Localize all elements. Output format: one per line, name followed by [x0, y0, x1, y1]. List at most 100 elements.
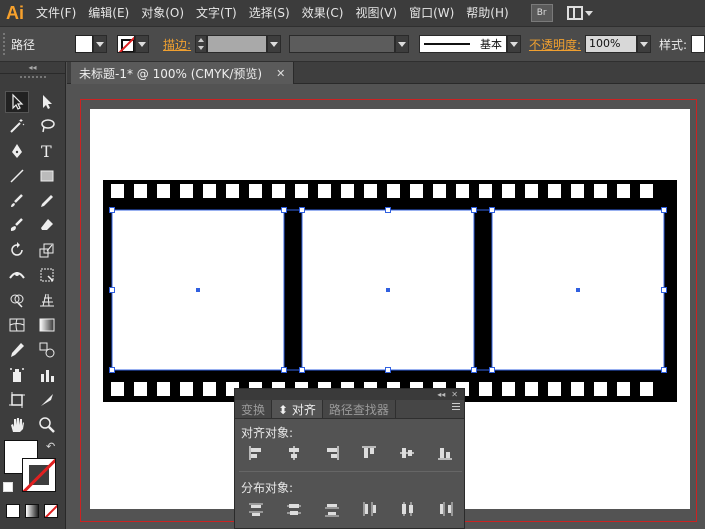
stroke-weight-stepper[interactable]: [195, 35, 208, 53]
close-panel-icon[interactable]: ✕: [451, 390, 458, 399]
blob-brush-tool-icon[interactable]: [5, 214, 29, 236]
pencil-tool-icon[interactable]: [35, 190, 59, 212]
profile-dropdown[interactable]: [395, 35, 409, 53]
menu-type[interactable]: 文字(T): [190, 0, 243, 26]
selection-handle: [471, 207, 477, 213]
menu-effect[interactable]: 效果(C): [296, 0, 350, 26]
align-bottom-icon[interactable]: [434, 443, 456, 463]
gradient-mode-icon[interactable]: [25, 504, 39, 518]
menu-edit[interactable]: 编辑(E): [82, 0, 135, 26]
document-tab-title: 未标题-1* @ 100% (CMYK/预览): [79, 66, 263, 81]
opacity-label[interactable]: 不透明度:: [529, 36, 581, 53]
stroke-color-dropdown[interactable]: [135, 35, 150, 53]
column-graph-tool-icon[interactable]: [35, 364, 59, 386]
stroke-swatch[interactable]: [117, 35, 136, 53]
workspace-switcher[interactable]: [566, 4, 597, 22]
free-transform-tool-icon[interactable]: [35, 264, 59, 286]
menu-object[interactable]: 对象(O): [135, 0, 190, 26]
artboard-tool-icon[interactable]: [5, 389, 29, 411]
pen-tool-icon[interactable]: [5, 140, 29, 162]
scale-tool-icon[interactable]: [35, 239, 59, 261]
menu-view[interactable]: 视图(V): [349, 0, 403, 26]
swap-fill-stroke-icon[interactable]: ↶: [46, 440, 55, 453]
slice-tool-icon[interactable]: [35, 389, 59, 411]
fill-swatch[interactable]: [75, 35, 94, 53]
selection-handle: [489, 367, 495, 373]
tab-align[interactable]: ⬍ 对齐: [272, 400, 323, 418]
zoom-tool-icon[interactable]: [35, 414, 59, 436]
distribute-objects-label: 分布对象:: [241, 481, 294, 495]
align-right-icon[interactable]: [321, 443, 343, 463]
bridge-button[interactable]: Br: [530, 4, 553, 22]
brush-definition-field[interactable]: 基本: [419, 35, 507, 53]
menu-window[interactable]: 窗口(W): [403, 0, 460, 26]
graphic-style-swatch[interactable]: [691, 35, 705, 53]
default-colors-icon[interactable]: [3, 482, 13, 492]
none-mode-icon[interactable]: [44, 504, 58, 518]
menu-help[interactable]: 帮助(H): [460, 0, 514, 26]
opacity-input[interactable]: 100%: [585, 35, 637, 53]
distribute-bottom-icon[interactable]: [321, 499, 343, 519]
distribute-left-icon[interactable]: [358, 499, 380, 519]
variable-width-profile[interactable]: [289, 35, 395, 53]
tab-pathfinder[interactable]: 路径查找器: [323, 400, 396, 418]
tab-transform[interactable]: 变换: [235, 400, 273, 418]
align-left-icon[interactable]: [245, 443, 267, 463]
align-panel: ◂◂ ✕ 变换 ⬍ 对齐 路径查找器 对齐对象: 分布对象:: [234, 388, 465, 529]
perforation-hole: [364, 184, 377, 198]
rectangle-tool-icon[interactable]: [35, 165, 59, 187]
width-tool-icon[interactable]: [5, 264, 29, 286]
opacity-dropdown[interactable]: [637, 35, 651, 53]
color-mode-icon[interactable]: [6, 504, 20, 518]
mesh-tool-icon[interactable]: [5, 314, 29, 336]
selection-handle: [299, 207, 305, 213]
symbol-sprayer-tool-icon[interactable]: [5, 364, 29, 386]
distribute-top-icon[interactable]: [245, 499, 267, 519]
lasso-tool-icon[interactable]: [35, 115, 59, 137]
distribute-vertical-center-icon[interactable]: [283, 499, 305, 519]
align-objects-row: [241, 443, 460, 463]
stroke-weight-dropdown[interactable]: [267, 35, 282, 53]
align-vertical-center-icon[interactable]: [396, 443, 418, 463]
gradient-tool-icon[interactable]: [35, 314, 59, 336]
type-tool-icon[interactable]: T: [35, 140, 59, 162]
distribute-right-icon[interactable]: [434, 499, 456, 519]
brush-dropdown[interactable]: [506, 35, 521, 53]
stroke-label[interactable]: 描边:: [163, 36, 191, 53]
stroke-weight-input[interactable]: [207, 35, 268, 53]
fill-dropdown[interactable]: [93, 35, 108, 53]
filmstrip-artwork[interactable]: [103, 180, 677, 402]
perforation-hole: [249, 184, 262, 198]
blend-tool-icon[interactable]: [35, 339, 59, 361]
align-top-icon[interactable]: [358, 443, 380, 463]
selection-tool-icon[interactable]: [5, 91, 29, 113]
eraser-tool-icon[interactable]: [35, 214, 59, 236]
selection-handle: [489, 207, 495, 213]
document-tab[interactable]: 未标题-1* @ 100% (CMYK/预览) ✕: [71, 62, 295, 84]
line-segment-tool-icon[interactable]: [5, 165, 29, 187]
perforation-hole: [525, 382, 538, 396]
shape-builder-tool-icon[interactable]: [5, 289, 29, 311]
perforation-hole: [295, 184, 308, 198]
rotate-tool-icon[interactable]: [5, 239, 29, 261]
menu-file[interactable]: 文件(F): [30, 0, 82, 26]
hand-tool-icon[interactable]: [5, 414, 29, 436]
grip-handle[interactable]: [3, 33, 7, 55]
panel-menu-icon[interactable]: [446, 403, 460, 415]
paintbrush-tool-icon[interactable]: [5, 190, 29, 212]
menu-select[interactable]: 选择(S): [243, 0, 296, 26]
panel-titlebar[interactable]: ◂◂ ✕: [235, 389, 464, 400]
magic-wand-tool-icon[interactable]: [5, 115, 29, 137]
stroke-color-box[interactable]: [22, 458, 56, 492]
align-horizontal-center-icon[interactable]: [283, 443, 305, 463]
distribute-horizontal-center-icon[interactable]: [396, 499, 418, 519]
chevron-down-icon: [584, 10, 593, 16]
toolbox-grip[interactable]: [20, 76, 46, 78]
eyedropper-tool-icon[interactable]: [5, 339, 29, 361]
collapse-panel-icon[interactable]: ◂◂: [437, 390, 445, 399]
direct-selection-tool-icon[interactable]: [35, 91, 59, 113]
close-icon[interactable]: ✕: [276, 67, 285, 80]
perspective-grid-tool-icon[interactable]: [35, 289, 59, 311]
toolbox-collapse-icon[interactable]: ◂◂: [0, 62, 65, 74]
perforation-hole: [479, 382, 492, 396]
